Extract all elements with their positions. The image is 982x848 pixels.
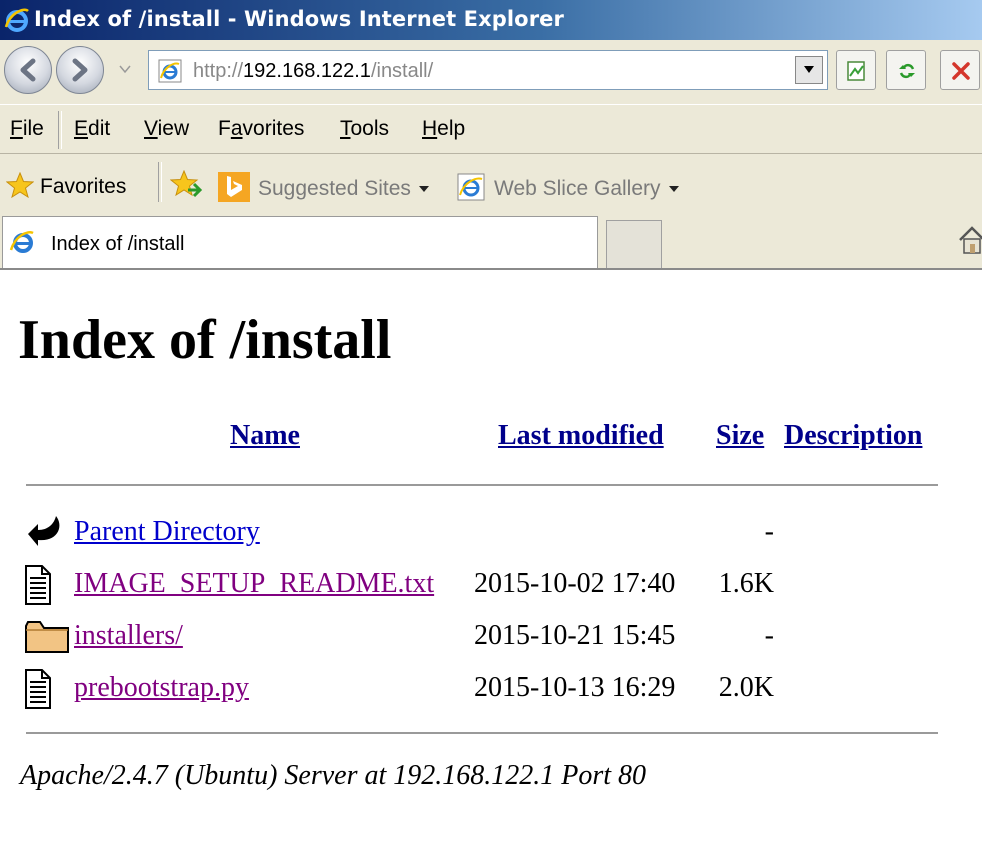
- star-icon: [5, 171, 35, 199]
- home-icon[interactable]: [958, 224, 982, 256]
- chevron-down-icon: [804, 66, 814, 73]
- close-icon: [952, 62, 970, 80]
- ie-page-icon: [158, 59, 182, 83]
- ie-page-icon: [457, 173, 485, 201]
- new-tab-button[interactable]: [606, 220, 662, 268]
- address-dropdown-button[interactable]: [795, 56, 823, 84]
- tab-label: Index of /install: [51, 233, 185, 255]
- url-path: /install/: [370, 60, 434, 82]
- file-link-image-setup-readme[interactable]: IMAGE_SETUP_README.txt: [74, 568, 434, 600]
- url-host: 192.168.122.1: [243, 60, 371, 82]
- web-slice-gallery-button[interactable]: Web Slice Gallery: [456, 172, 679, 202]
- ie-logo-icon: [4, 8, 29, 32]
- row-date: 2015-10-02 17:40: [474, 568, 676, 599]
- suggested-sites-button[interactable]: Suggested Sites: [218, 172, 429, 202]
- table-row: IMAGE_SETUP_README.txt 2015-10-02 17:40 …: [0, 562, 982, 610]
- url-scheme: http://: [193, 60, 244, 82]
- favorites-bar: Favorites Suggested Sites Web Slice Gall…: [0, 154, 982, 214]
- menu-separator: [58, 111, 62, 149]
- favorites-label: Favorites: [40, 175, 127, 198]
- page-content: Index of /install Name Last modified Siz…: [0, 270, 982, 848]
- folder-link-installers[interactable]: installers/: [74, 620, 183, 652]
- menu-tools[interactable]: Tools: [340, 117, 389, 141]
- back-arrow-icon: [20, 58, 36, 82]
- row-date: 2015-10-13 16:29: [474, 672, 676, 703]
- back-arrow-icon: [28, 516, 60, 546]
- web-slice-gallery-label: Web Slice Gallery: [494, 177, 661, 200]
- column-header-name[interactable]: Name: [230, 420, 300, 452]
- address-row: http://192.168.122.1/install/: [0, 40, 982, 104]
- address-url[interactable]: http://192.168.122.1/install/: [193, 60, 433, 83]
- row-date: 2015-10-21 15:45: [474, 620, 676, 651]
- table-row: installers/ 2015-10-21 15:45 -: [0, 614, 982, 662]
- menu-favorites[interactable]: Favorites: [218, 117, 304, 141]
- window-title: Index of /install - Windows Internet Exp…: [34, 7, 564, 31]
- compatibility-icon: [847, 61, 865, 81]
- text-file-icon: [25, 669, 51, 709]
- compatibility-view-button[interactable]: [836, 50, 876, 90]
- refresh-button[interactable]: [886, 50, 926, 90]
- chevron-down-icon: [668, 186, 679, 193]
- parent-directory-link[interactable]: Parent Directory: [74, 516, 260, 548]
- column-header-last-modified[interactable]: Last modified: [498, 420, 664, 452]
- ie-page-icon: [9, 231, 34, 253]
- title-bar[interactable]: Index of /install - Windows Internet Exp…: [0, 0, 982, 40]
- file-link-prebootstrap[interactable]: prebootstrap.py: [74, 672, 249, 704]
- forward-button[interactable]: [56, 46, 104, 94]
- menu-help[interactable]: Help: [422, 117, 465, 141]
- header-divider: [26, 484, 938, 486]
- server-signature: Apache/2.4.7 (Ubuntu) Server at 192.168.…: [20, 760, 647, 791]
- table-row: prebootstrap.py 2015-10-13 16:29 2.0K: [0, 666, 982, 714]
- history-dropdown-icon[interactable]: [118, 62, 132, 76]
- menu-bar: File Edit View Favorites Tools Help: [0, 104, 982, 154]
- column-header-description[interactable]: Description: [784, 420, 922, 452]
- column-header-size[interactable]: Size: [716, 420, 764, 452]
- address-field[interactable]: http://192.168.122.1/install/: [148, 50, 828, 90]
- row-size: 2.0K: [718, 672, 774, 703]
- suggested-sites-label: Suggested Sites: [258, 177, 411, 200]
- tab-index-of-install[interactable]: Index of /install: [2, 216, 598, 268]
- tab-row: Index of /install: [0, 214, 982, 270]
- row-size: 1.6K: [718, 568, 774, 599]
- row-size: -: [764, 516, 774, 547]
- table-row: Parent Directory -: [0, 510, 982, 558]
- refresh-icon: [899, 63, 915, 79]
- add-favorite-icon[interactable]: [170, 170, 204, 200]
- page-heading: Index of /install: [18, 309, 392, 371]
- favorites-separator: [158, 162, 162, 202]
- bing-icon: [218, 172, 250, 202]
- back-button[interactable]: [4, 46, 52, 94]
- row-size: -: [764, 620, 774, 651]
- folder-icon: [25, 621, 69, 653]
- footer-divider: [26, 732, 938, 734]
- chevron-down-icon: [418, 186, 429, 193]
- favorites-button[interactable]: Favorites: [5, 171, 127, 199]
- menu-edit[interactable]: Edit: [74, 117, 110, 141]
- menu-file[interactable]: File: [10, 117, 44, 141]
- forward-arrow-icon: [72, 58, 88, 82]
- stop-button[interactable]: [940, 50, 980, 90]
- menu-view[interactable]: View: [144, 117, 189, 141]
- text-file-icon: [25, 565, 51, 605]
